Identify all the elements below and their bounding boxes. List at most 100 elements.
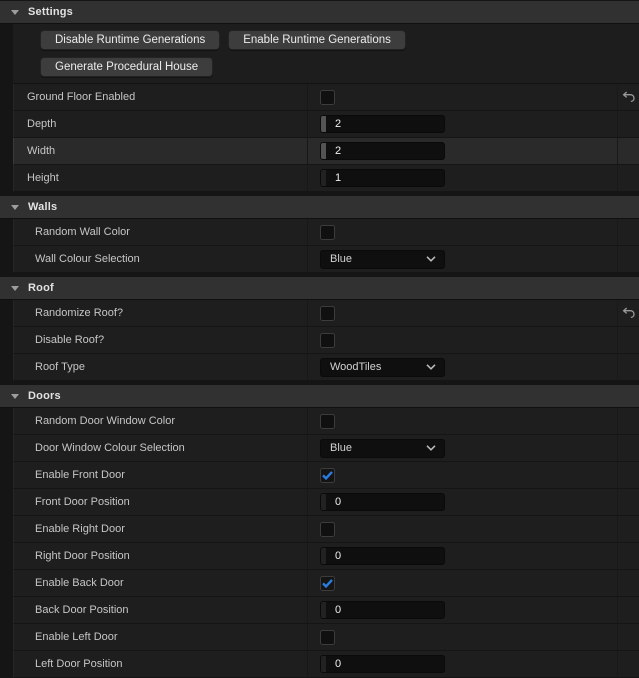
- label-cell: Randomize Roof?: [14, 300, 308, 326]
- enable-left-door-checkbox[interactable]: [320, 629, 335, 645]
- randomize-roof-label: Randomize Roof?: [35, 307, 124, 319]
- label-cell: Enable Back Door: [14, 570, 308, 596]
- roof-type-dropdown[interactable]: WoodTiles: [320, 357, 445, 377]
- ground-floor-enabled-checkbox[interactable]: [320, 89, 335, 105]
- reset-cell: [617, 408, 639, 434]
- section-title: Settings: [28, 6, 73, 18]
- reset-cell: [617, 165, 639, 191]
- reset-cell: [617, 489, 639, 515]
- random-door-window-color-checkbox[interactable]: [320, 413, 335, 429]
- left-door-position-label: Left Door Position: [35, 658, 123, 670]
- collapse-arrow-icon[interactable]: [11, 393, 19, 399]
- enable-runtime-generations-button[interactable]: Enable Runtime Generations: [228, 30, 406, 50]
- width-value: 2: [335, 145, 342, 157]
- label-cell: Wall Colour Selection: [14, 246, 308, 272]
- reset-cell: [617, 300, 639, 326]
- value-cell: [308, 408, 617, 434]
- property-row-front-door-position: Front Door Position 0: [13, 489, 639, 516]
- wall-colour-selection-selected-value: Blue: [330, 253, 353, 265]
- label-cell: Enable Front Door: [14, 462, 308, 488]
- random-wall-color-checkbox[interactable]: [320, 224, 335, 240]
- door-window-colour-selection-label: Door Window Colour Selection: [35, 442, 185, 454]
- value-cell: 1: [308, 165, 617, 191]
- section-walls: Walls Random Wall Color Wall Colour Select…: [0, 196, 639, 273]
- depth-input[interactable]: 2: [320, 115, 445, 133]
- section-header-doors[interactable]: Doors: [0, 385, 639, 408]
- value-cell: WoodTiles: [308, 354, 617, 380]
- random-wall-color-label: Random Wall Color: [35, 226, 130, 238]
- enable-right-door-checkbox[interactable]: [320, 521, 335, 537]
- label-cell: Right Door Position: [14, 543, 308, 569]
- ground-floor-enabled-label: Ground Floor Enabled: [27, 91, 136, 103]
- enable-right-door-label: Enable Right Door: [35, 523, 125, 535]
- label-cell: Front Door Position: [14, 489, 308, 515]
- label-cell: Enable Left Door: [14, 624, 308, 650]
- label-cell: Random Wall Color: [14, 219, 308, 245]
- check-icon: [322, 578, 333, 588]
- property-row-height: Height 1: [13, 165, 639, 192]
- disable-runtime-generations-button[interactable]: Disable Runtime Generations: [40, 30, 221, 50]
- section-header-walls[interactable]: Walls: [0, 196, 639, 219]
- collapse-arrow-icon[interactable]: [11, 285, 19, 291]
- front-door-position-input[interactable]: 0: [320, 493, 445, 511]
- height-input[interactable]: 1: [320, 169, 445, 187]
- property-row-random-wall-color: Random Wall Color: [13, 219, 639, 246]
- value-cell: 0: [308, 651, 617, 677]
- reset-to-default-button[interactable]: [622, 91, 635, 103]
- roof-type-label: Roof Type: [35, 361, 85, 373]
- disable-roof-checkbox[interactable]: [320, 332, 335, 348]
- reset-cell: [617, 219, 639, 245]
- front-door-position-value: 0: [335, 496, 342, 508]
- reset-cell: [617, 84, 639, 110]
- value-cell: 0: [308, 489, 617, 515]
- right-door-position-label: Right Door Position: [35, 550, 130, 562]
- enable-back-door-checkbox[interactable]: [320, 575, 335, 591]
- property-row-door-window-colour-selection: Door Window Colour Selection Blue: [13, 435, 639, 462]
- details-panel: Settings Disable Runtime Generations Enabl…: [0, 1, 639, 678]
- chevron-down-icon: [426, 445, 436, 451]
- value-cell: 2: [308, 138, 617, 164]
- reset-cell: [617, 651, 639, 677]
- collapse-arrow-icon[interactable]: [11, 9, 19, 15]
- enable-front-door-checkbox[interactable]: [320, 467, 335, 483]
- back-door-position-value: 0: [335, 604, 342, 616]
- section-settings: Settings Disable Runtime Generations Enabl…: [0, 1, 639, 192]
- property-row-right-door-position: Right Door Position 0: [13, 543, 639, 570]
- left-door-position-input[interactable]: 0: [320, 655, 445, 673]
- section-roof: Roof Randomize Roof? Disable Roof? Roof Typ…: [0, 277, 639, 381]
- value-cell: [308, 570, 617, 596]
- value-cell: 2: [308, 111, 617, 137]
- property-row-enable-right-door: Enable Right Door: [13, 516, 639, 543]
- height-label: Height: [27, 172, 59, 184]
- property-row-width: Width 2: [13, 138, 639, 165]
- property-row-enable-back-door: Enable Back Door: [13, 570, 639, 597]
- button-line: Generate Procedural House: [40, 57, 639, 77]
- label-cell: Width: [14, 138, 308, 164]
- label-cell: Roof Type: [14, 354, 308, 380]
- property-row-enable-left-door: Enable Left Door: [13, 624, 639, 651]
- section-header-roof[interactable]: Roof: [0, 277, 639, 300]
- reset-to-default-button[interactable]: [622, 307, 635, 319]
- reset-cell: [617, 597, 639, 623]
- section-title: Roof: [28, 282, 54, 294]
- reset-cell: [617, 516, 639, 542]
- reset-cell: [617, 327, 639, 353]
- door-window-colour-selection-dropdown[interactable]: Blue: [320, 438, 445, 458]
- width-input[interactable]: 2: [320, 142, 445, 160]
- property-row-roof-type: Roof Type WoodTiles: [13, 354, 639, 381]
- collapse-arrow-icon[interactable]: [11, 204, 19, 210]
- right-door-position-input[interactable]: 0: [320, 547, 445, 565]
- back-door-position-input[interactable]: 0: [320, 601, 445, 619]
- enable-left-door-label: Enable Left Door: [35, 631, 118, 643]
- wall-colour-selection-dropdown[interactable]: Blue: [320, 249, 445, 269]
- disable-roof-label: Disable Roof?: [35, 334, 105, 346]
- section-header-settings[interactable]: Settings: [0, 1, 639, 24]
- reset-arrow-icon: [622, 307, 635, 319]
- section-title: Doors: [28, 390, 61, 402]
- roof-type-selected-value: WoodTiles: [330, 361, 382, 373]
- randomize-roof-checkbox[interactable]: [320, 305, 335, 321]
- reset-cell: [617, 435, 639, 461]
- generate-procedural-house-button[interactable]: Generate Procedural House: [40, 57, 214, 77]
- label-cell: Disable Roof?: [14, 327, 308, 353]
- action-buttons: Disable Runtime Generations Enable Runtim…: [13, 24, 639, 84]
